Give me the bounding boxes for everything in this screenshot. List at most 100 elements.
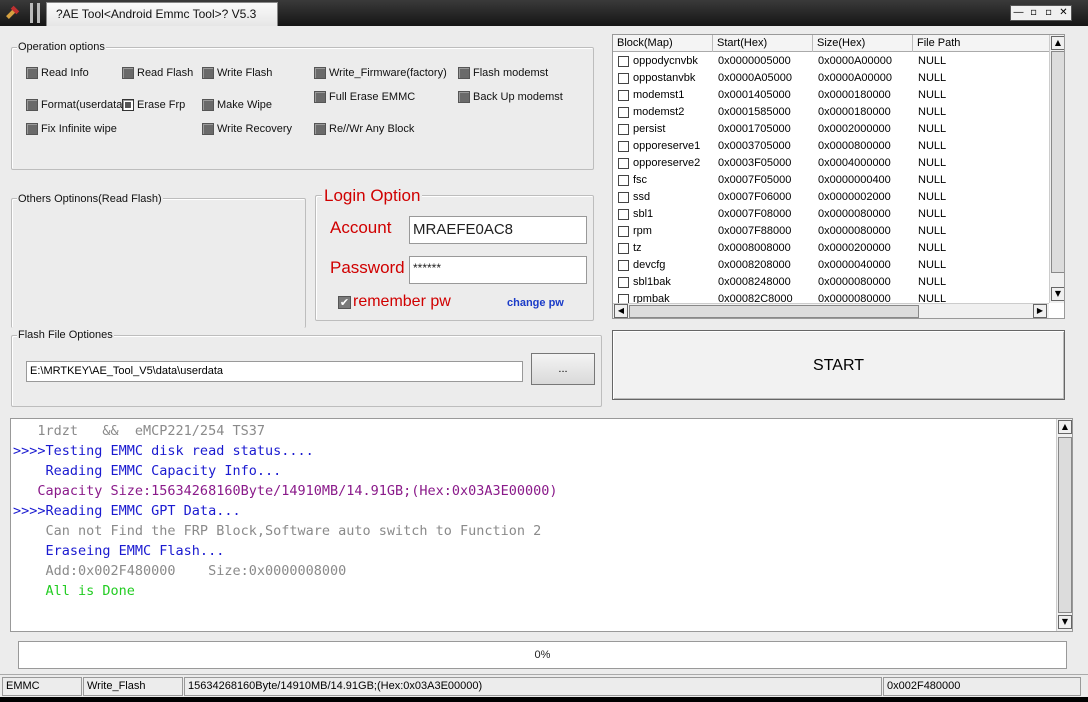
option-checkbox[interactable]: [314, 67, 326, 79]
row-checkbox[interactable]: [618, 192, 629, 203]
cell-block: tz: [633, 242, 642, 254]
remember-pw-checkbox[interactable]: ✔ remember pw: [338, 293, 451, 311]
row-checkbox[interactable]: [618, 158, 629, 169]
table-row[interactable]: fsc 0x0007F05000 0x0000000400 NULL: [613, 172, 1049, 189]
cell-size: 0x0002000000: [818, 123, 891, 135]
scroll-up-icon[interactable]: ▲: [1058, 420, 1072, 434]
scroll-down-icon[interactable]: ▼: [1058, 615, 1072, 629]
log-vertical-scrollbar[interactable]: ▲ ▼: [1056, 419, 1072, 631]
row-checkbox[interactable]: [618, 73, 629, 84]
option-checkbox[interactable]: [202, 67, 214, 79]
flash-file-path-input[interactable]: E:\MRTKEY\AE_Tool_V5\data\userdata: [26, 361, 523, 382]
flash-file-label: Flash File Optiones: [17, 329, 114, 341]
log-line: >>>>Reading EMMC GPT Data...: [13, 503, 241, 519]
scroll-down-icon[interactable]: ▼: [1051, 287, 1064, 301]
start-button[interactable]: START: [612, 330, 1065, 400]
row-checkbox[interactable]: [618, 243, 629, 254]
cell-filepath: NULL: [918, 140, 947, 152]
table-row[interactable]: persist 0x0001705000 0x0002000000 NULL: [613, 121, 1049, 138]
table-row[interactable]: sbl1 0x0007F08000 0x0000080000 NULL: [613, 206, 1049, 223]
account-input[interactable]: MRAEFE0AC8: [409, 216, 587, 244]
option-checkbox[interactable]: [314, 91, 326, 103]
status-mode: Write_Flash: [83, 677, 183, 696]
option-backup-modemst[interactable]: Back Up modemst: [458, 91, 563, 103]
option-write-recovery[interactable]: Write Recovery: [202, 123, 292, 135]
option-checkbox[interactable]: [26, 99, 38, 111]
table-row[interactable]: tz 0x0008008000 0x0000200000 NULL: [613, 240, 1049, 257]
cell-start: 0x0001405000: [718, 89, 791, 101]
option-full-erase-emmc[interactable]: Full Erase EMMC: [314, 91, 415, 103]
table-row[interactable]: ssd 0x0007F06000 0x0000002000 NULL: [613, 189, 1049, 206]
table-horizontal-scrollbar[interactable]: ◀ ▶: [613, 303, 1049, 318]
table-row[interactable]: modemst2 0x0001585000 0x0000180000 NULL: [613, 104, 1049, 121]
option-checkbox[interactable]: [26, 123, 38, 135]
check-icon[interactable]: ✔: [338, 295, 351, 309]
table-row[interactable]: opporeserve2 0x0003F05000 0x0004000000 NULL: [613, 155, 1049, 172]
row-checkbox[interactable]: [618, 294, 629, 303]
close-icon[interactable]: ✕: [1056, 6, 1071, 20]
option-write-flash[interactable]: Write Flash: [202, 67, 272, 79]
progress-bar: 0%: [18, 641, 1067, 669]
table-row[interactable]: modemst1 0x0001405000 0x0000180000 NULL: [613, 87, 1049, 104]
option-format-userdata[interactable]: Format(userdata): [26, 99, 126, 111]
cell-size: 0x0004000000: [818, 157, 891, 169]
option-read-info[interactable]: Read Info: [26, 67, 89, 79]
option-flash-modemst[interactable]: Flash modemst: [458, 67, 548, 79]
table-row[interactable]: devcfg 0x0008208000 0x0000040000 NULL: [613, 257, 1049, 274]
table-row[interactable]: sbl1bak 0x0008248000 0x0000080000 NULL: [613, 274, 1049, 291]
scroll-thumb[interactable]: [629, 305, 919, 318]
table-vertical-scrollbar[interactable]: ▲ ▼: [1049, 35, 1064, 303]
option-rw-any-block[interactable]: Re//Wr Any Block: [314, 123, 414, 135]
option-make-wipe[interactable]: Make Wipe: [202, 99, 272, 111]
option-checkbox[interactable]: [314, 123, 326, 135]
cell-block: modemst2: [633, 106, 685, 118]
log-line: Add:0x002F480000 Size:0x0000008000: [13, 563, 347, 579]
scroll-thumb[interactable]: [1058, 437, 1072, 613]
option-checkbox[interactable]: [458, 67, 470, 79]
table-row[interactable]: rpm 0x0007F88000 0x0000080000 NULL: [613, 223, 1049, 240]
column-header-start[interactable]: Start(Hex): [713, 35, 813, 52]
option-fix-infinite-wipe[interactable]: Fix Infinite wipe: [26, 123, 117, 135]
option-checkbox-selected[interactable]: [122, 99, 134, 111]
minimize-icon[interactable]: ―: [1011, 6, 1026, 20]
option-checkbox[interactable]: [26, 67, 38, 79]
table-row[interactable]: opporeserve1 0x0003705000 0x0000800000 NULL: [613, 138, 1049, 155]
change-pw-link[interactable]: change pw: [507, 297, 564, 309]
table-row[interactable]: oppodycnvbk 0x0000005000 0x0000A00000 NULL: [613, 53, 1049, 70]
row-checkbox[interactable]: [618, 124, 629, 135]
row-checkbox[interactable]: [618, 107, 629, 118]
option-checkbox[interactable]: [202, 99, 214, 111]
browse-button[interactable]: ...: [531, 353, 595, 385]
restore-icon[interactable]: ▫: [1026, 6, 1041, 20]
option-erase-frp[interactable]: Erase Frp: [122, 99, 185, 111]
row-checkbox[interactable]: [618, 141, 629, 152]
column-header-filepath[interactable]: File Path: [913, 35, 1049, 52]
table-row[interactable]: oppostanvbk 0x0000A05000 0x0000A00000 NULL: [613, 70, 1049, 87]
column-header-size[interactable]: Size(Hex): [813, 35, 913, 52]
cell-block: ssd: [633, 191, 651, 203]
maximize-icon[interactable]: ▫: [1041, 6, 1056, 20]
scroll-up-icon[interactable]: ▲: [1051, 36, 1064, 50]
window-title: ?AE Tool<Android Emmc Tool>? V5.3: [46, 2, 278, 26]
row-checkbox[interactable]: [618, 209, 629, 220]
option-checkbox[interactable]: [122, 67, 134, 79]
column-header-block[interactable]: Block(Map): [613, 35, 713, 52]
cell-start: 0x0008208000: [718, 259, 791, 271]
row-checkbox[interactable]: [618, 226, 629, 237]
password-input[interactable]: ******: [409, 256, 587, 284]
option-write-firmware[interactable]: Write_Firmware(factory): [314, 67, 447, 79]
option-checkbox[interactable]: [458, 91, 470, 103]
row-checkbox[interactable]: [618, 277, 629, 288]
row-checkbox[interactable]: [618, 260, 629, 271]
table-row[interactable]: rpmbak 0x00082C8000 0x0000080000 NULL: [613, 291, 1049, 303]
scroll-thumb[interactable]: [1051, 51, 1064, 273]
row-checkbox[interactable]: [618, 56, 629, 67]
option-read-flash[interactable]: Read Flash: [122, 67, 193, 79]
row-checkbox[interactable]: [618, 175, 629, 186]
cell-block: persist: [633, 123, 666, 135]
scroll-right-icon[interactable]: ▶: [1033, 304, 1047, 318]
others-options-label: Others Optinons(Read Flash): [17, 193, 163, 205]
row-checkbox[interactable]: [618, 90, 629, 101]
scroll-left-icon[interactable]: ◀: [614, 304, 628, 318]
option-checkbox[interactable]: [202, 123, 214, 135]
